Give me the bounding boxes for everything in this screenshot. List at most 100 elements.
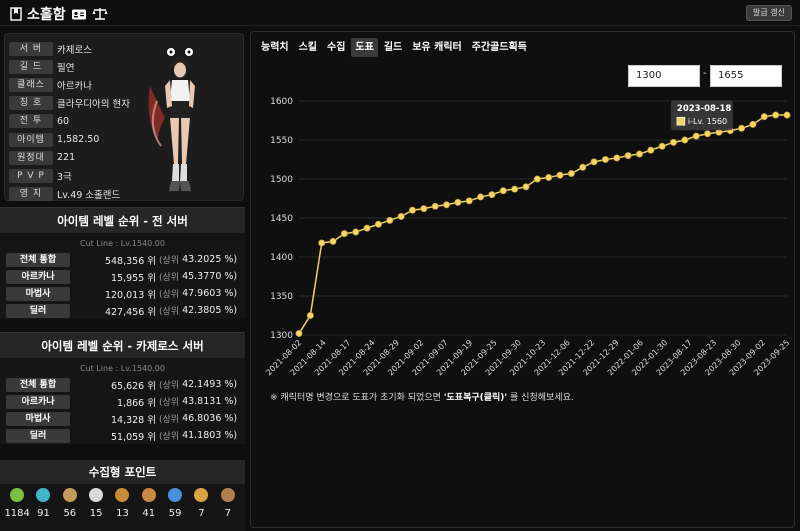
data-point[interactable] (386, 216, 394, 224)
data-point[interactable] (760, 113, 768, 121)
data-point[interactable] (397, 212, 405, 220)
collect-item[interactable]: 1184 (4, 488, 30, 531)
collect-item[interactable]: 7 (216, 488, 240, 531)
profile-key: 서 버 (9, 42, 53, 56)
range-to-input[interactable]: 1655 (710, 65, 782, 87)
collect-points: 1184 91 56 15 13 41 59 7 7 (0, 484, 245, 531)
data-point[interactable] (647, 146, 655, 154)
tab-5[interactable]: 보유 캐릭터 (408, 38, 465, 57)
collect-count: 13 (116, 508, 129, 519)
data-point[interactable] (408, 206, 416, 214)
data-point[interactable] (567, 170, 575, 178)
data-point[interactable] (511, 185, 519, 193)
rank-server-body: Cut Line : Lv.1540.00 전체 통합 65,626 위 (상위 42… (0, 358, 245, 444)
tab-3[interactable]: 도표 (351, 38, 378, 57)
chart-note: ※ 캐릭터명 변경으로 도표가 초기화 되었으면 '도표복구(클릭)' 를 신청… (270, 390, 574, 403)
series-line (298, 114, 787, 334)
data-point[interactable] (635, 150, 643, 158)
profile-value: 1,582.50 (57, 134, 100, 145)
data-point[interactable] (465, 197, 473, 205)
profile-key: 아이템 (9, 132, 53, 147)
tab-0[interactable]: 능력치 (257, 38, 293, 57)
brand: 소홀함 (10, 4, 108, 24)
collect-count: 1184 (4, 508, 30, 519)
collect-count: 91 (37, 508, 50, 519)
main-panel: 능력치 스킬 수집 도표 길드 보유 캐릭터 주간골드획득 1300 - 1655 1300… (250, 31, 795, 528)
data-point[interactable] (681, 136, 689, 144)
data-point[interactable] (318, 239, 326, 247)
profile-row: 전 투 60 (9, 114, 69, 129)
giant-heart-icon (89, 488, 104, 502)
tab-4[interactable]: 길드 (380, 38, 406, 57)
collect-item[interactable]: 59 (163, 488, 187, 531)
rank-label: 딜러 (6, 303, 70, 318)
data-point[interactable] (306, 312, 314, 320)
art-icon (62, 488, 77, 502)
tab-1[interactable]: 스킬 (295, 38, 321, 57)
data-point[interactable] (749, 120, 757, 128)
data-point[interactable] (431, 202, 439, 210)
left-column: 서 버 카제로스 길 드 필연 클래스 아르카나 칭 호 클라우디아의 현자 전 투 60 아이템 1… (0, 31, 245, 531)
collect-item[interactable]: 41 (137, 488, 161, 531)
data-point[interactable] (658, 142, 666, 150)
profile-row: 원정대 221 (9, 150, 75, 165)
range-separator: - (703, 68, 707, 79)
rank-sub: (상위 (159, 256, 180, 266)
scale-icon[interactable] (92, 7, 108, 21)
collect-item[interactable]: 13 (110, 488, 134, 531)
data-point[interactable] (488, 191, 496, 199)
data-point[interactable] (704, 130, 712, 138)
rank-server-cutline: Cut Line : Lv.1540.00 (80, 364, 165, 373)
data-point[interactable] (601, 156, 609, 164)
tab-2[interactable]: 수집 (323, 38, 349, 57)
rank-label: 전체 통합 (6, 377, 70, 392)
data-point[interactable] (295, 329, 303, 337)
collect-item[interactable]: 7 (189, 488, 213, 531)
collect-item[interactable]: 15 (84, 488, 108, 531)
data-point[interactable] (545, 173, 553, 181)
data-point[interactable] (783, 111, 791, 119)
data-point[interactable] (624, 152, 632, 160)
profile-row: 길 드 필연 (9, 60, 74, 75)
collect-item[interactable]: 56 (58, 488, 82, 531)
range-from-input[interactable]: 1300 (628, 65, 700, 87)
collect-count: 15 (89, 508, 103, 519)
bookmark-icon (10, 7, 22, 21)
data-point[interactable] (352, 228, 360, 236)
rank-row: 딜러 51,059 위 (상위 41.1803 %) (0, 427, 245, 444)
data-point[interactable] (738, 124, 746, 132)
data-point[interactable] (556, 171, 564, 179)
tooltip-swatch (676, 116, 686, 126)
data-point[interactable] (374, 220, 382, 228)
data-point[interactable] (443, 201, 451, 209)
rank-row: 마법사 120,013 위 (상위 47.9603 %) (0, 285, 245, 302)
data-point[interactable] (613, 154, 621, 162)
rank-label: 마법사 (6, 411, 70, 426)
data-point[interactable] (533, 175, 541, 183)
id-card-icon[interactable] (71, 8, 87, 21)
restore-chart-link[interactable]: '도표복구(클릭)' (444, 393, 507, 403)
collect-count: 7 (198, 508, 205, 519)
data-point[interactable] (454, 198, 462, 206)
data-point[interactable] (670, 138, 678, 146)
data-point[interactable] (340, 230, 348, 238)
rank-percent: 41.1803 %) (182, 430, 238, 441)
island-heart-icon (36, 488, 51, 502)
collect-item[interactable]: 91 (31, 488, 55, 531)
item-level-chart: 13001350140014501500155016002021-08-0220… (264, 97, 791, 377)
profile-key: 칭 호 (9, 96, 53, 111)
data-point[interactable] (692, 132, 700, 140)
data-point[interactable] (477, 193, 485, 201)
data-point[interactable] (590, 158, 598, 166)
data-point[interactable] (522, 183, 530, 191)
tab-6[interactable]: 주간골드획득 (468, 38, 531, 57)
data-point[interactable] (579, 163, 587, 171)
y-tick-label: 1500 (270, 175, 293, 185)
data-point[interactable] (499, 187, 507, 195)
refresh-button[interactable]: 발급 갱신 (746, 5, 792, 21)
data-point[interactable] (363, 224, 371, 232)
data-point[interactable] (420, 205, 428, 213)
profile-row: 칭 호 클라우디아의 현자 (9, 96, 130, 111)
data-point[interactable] (772, 111, 780, 119)
data-point[interactable] (329, 237, 337, 245)
